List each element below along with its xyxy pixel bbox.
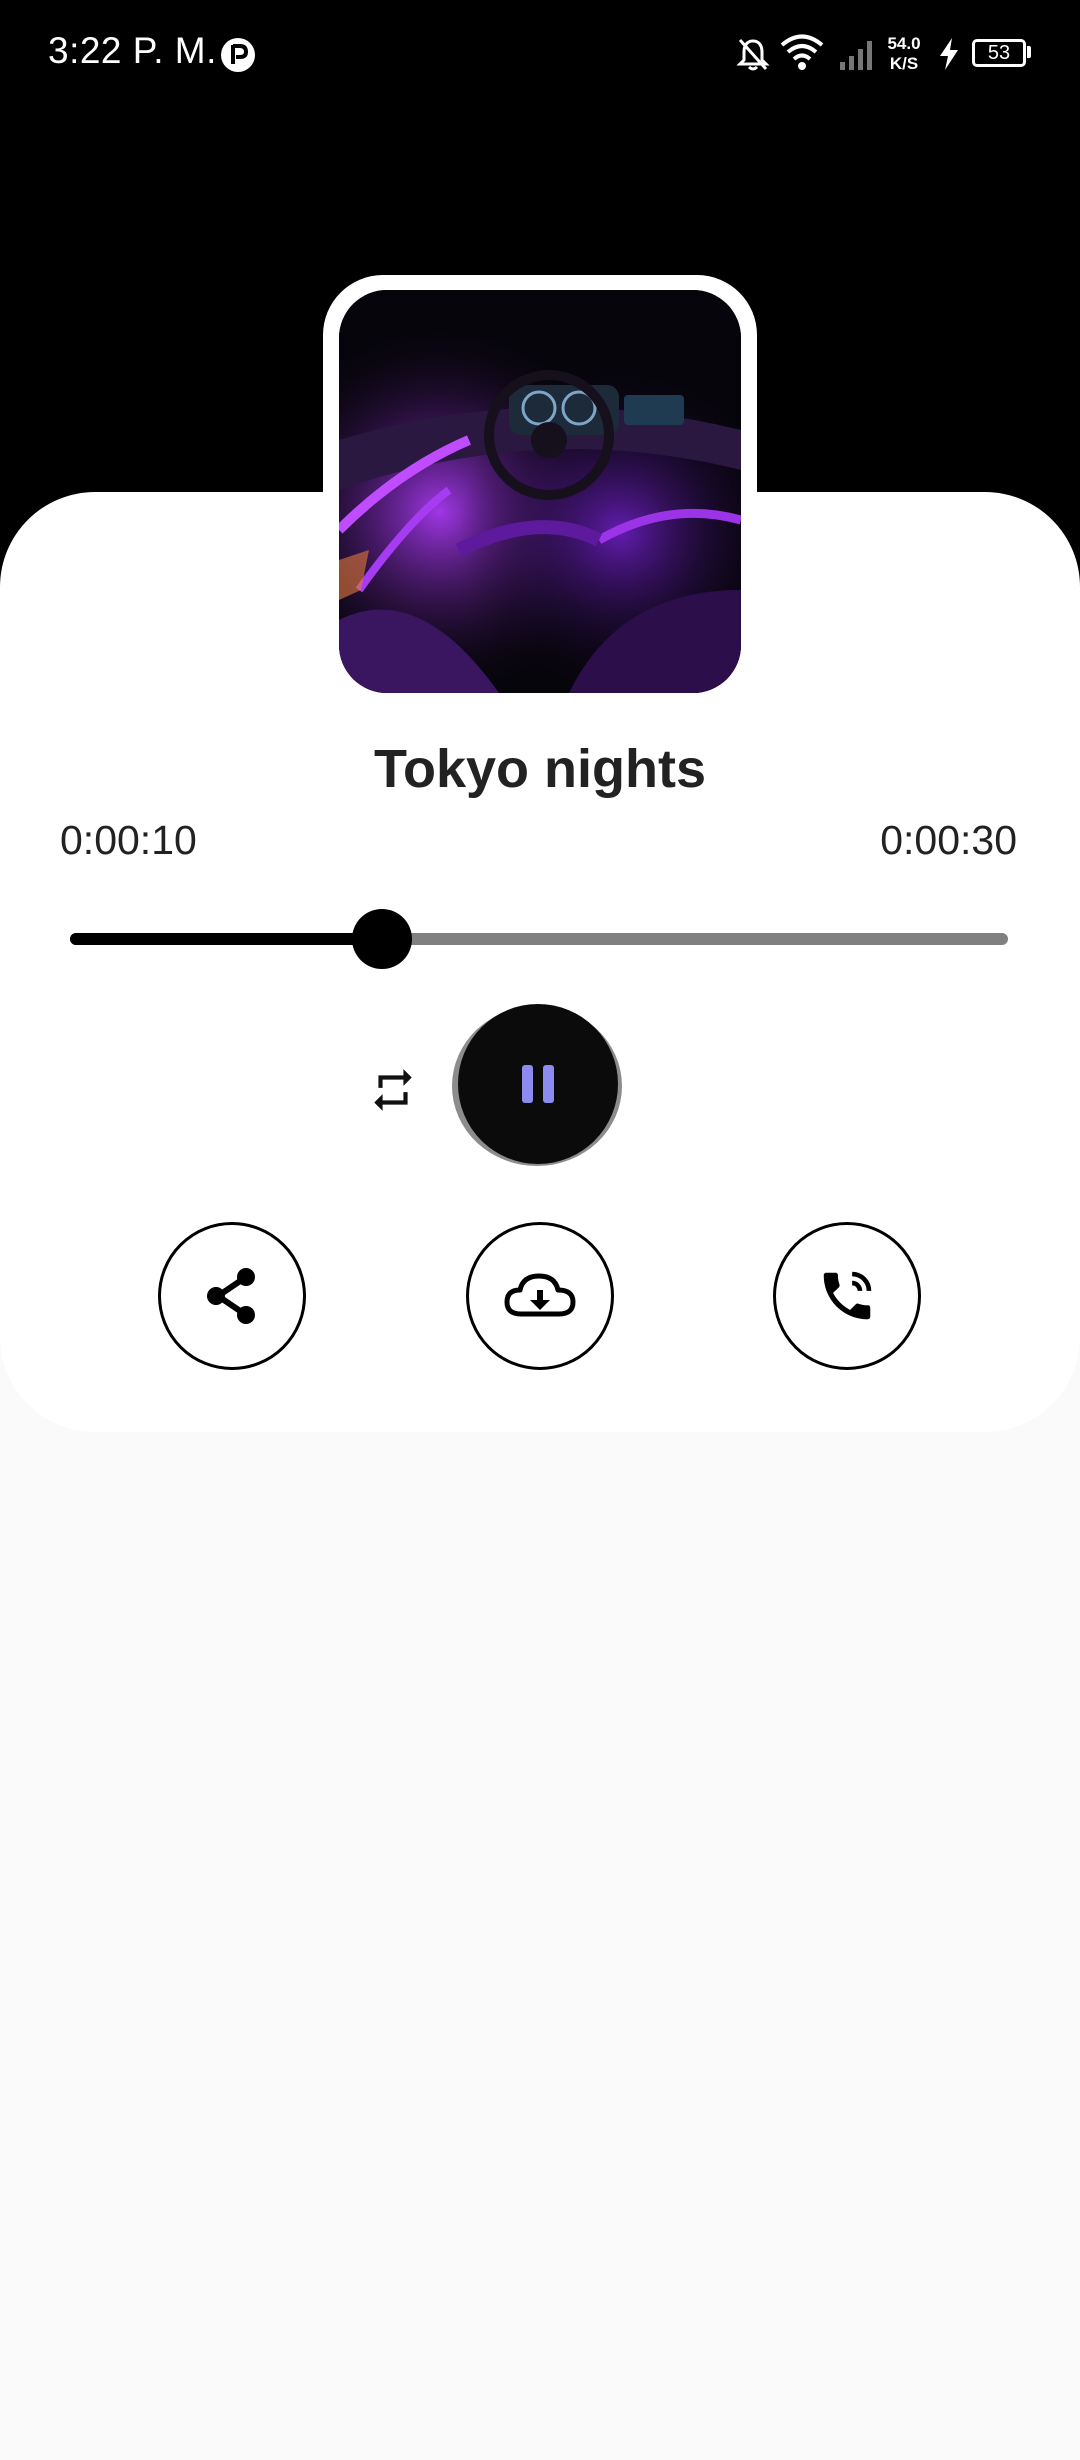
album-art-image [339,290,741,693]
battery-level: 53 [987,42,1011,64]
phone-call-icon [823,1271,872,1320]
progress-slider[interactable] [70,933,1008,945]
pause-button[interactable] [458,1004,618,1164]
total-duration: 0:00:30 [880,817,1017,863]
network-speed: 54.0 K/S [884,34,924,74]
download-button[interactable] [466,1222,614,1370]
bell-off-icon [736,38,770,71]
share-button[interactable] [158,1222,306,1370]
share-icon [207,1268,255,1324]
cloud-download-icon [504,1273,576,1317]
charging-icon [940,38,958,70]
wifi-icon [780,34,824,70]
signal-icon [840,41,872,70]
pause-icon [522,1065,554,1103]
track-title: Tokyo nights [374,739,706,799]
repeat-icon [374,1069,412,1111]
network-speed-unit: K/S [889,54,919,73]
battery-icon: 53 [972,39,1026,67]
app-notification-icon [221,38,255,72]
network-speed-value: 54.0 [887,34,921,53]
elapsed-time: 0:00:10 [60,817,197,863]
status-bar: 3:22 P. M. 54.0 K/S 53 [0,0,1080,110]
repeat-button[interactable] [363,1060,423,1120]
progress-slider-thumb[interactable] [352,909,413,969]
call-button[interactable] [773,1222,921,1370]
album-art [339,290,741,693]
progress-slider-fill [70,933,383,945]
status-time: 3:22 P. M. [48,30,217,71]
battery-tip [1027,46,1031,58]
